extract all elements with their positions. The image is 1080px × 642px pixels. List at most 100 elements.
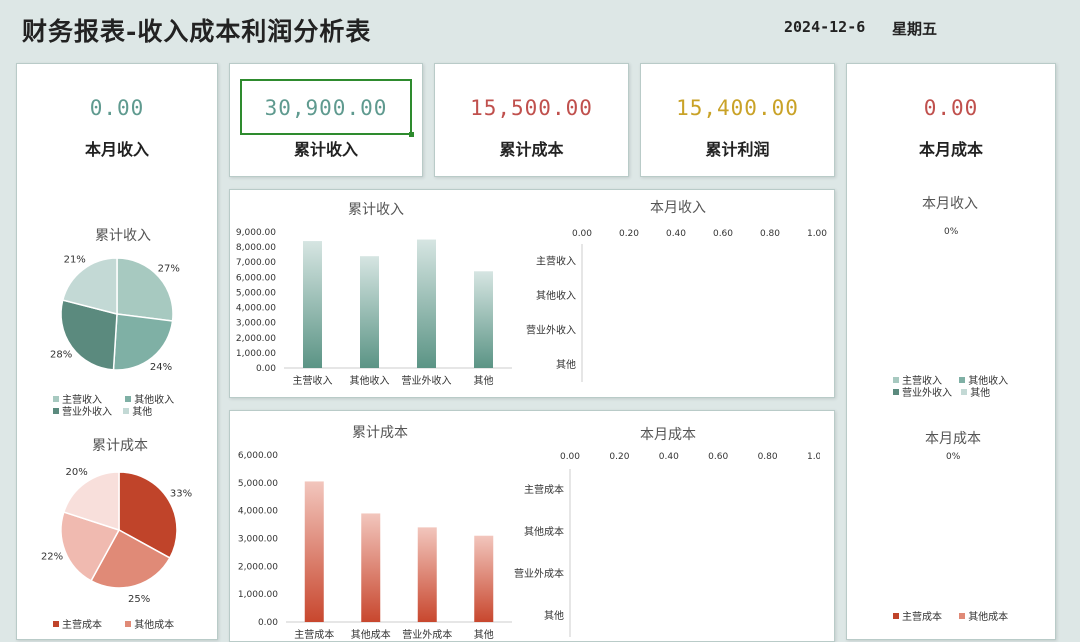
cum-cost-label: 累计成本	[499, 140, 564, 159]
y-tick-label: 4,000.00	[238, 507, 278, 517]
cum-income-pie-chart: 27% 24% 28% 21%	[50, 254, 180, 373]
legend-swatch	[959, 613, 966, 619]
y-tick-label: 1,000.00	[238, 590, 278, 600]
pie-slice-label: 20%	[66, 467, 88, 478]
y-tick-label: 5,000.00	[238, 479, 278, 489]
pie-slice-label: 33%	[170, 488, 192, 499]
report-weekday: 星期五	[892, 20, 938, 38]
x-tick-label: 0.00	[572, 229, 592, 239]
cum-income-label: 累计收入	[293, 140, 358, 159]
month-income-label: 本月收入	[84, 140, 149, 159]
y-tick-label: 其他	[544, 609, 564, 622]
legend-swatch	[961, 389, 968, 395]
x-tick-label: 0.40	[659, 452, 679, 462]
x-tick-label: 0.80	[758, 452, 778, 462]
legend-label: 主营成本	[62, 620, 102, 631]
cum-cost-value: 15,500.00	[470, 96, 593, 120]
bar	[361, 513, 381, 622]
month-income-value: 0.00	[89, 96, 145, 120]
cum-income-pie-legend: 主营收入 其他收入 营业外收入 其他	[53, 395, 213, 419]
cum-cost-pie-chart: 33% 25% 22% 20%	[41, 467, 192, 605]
y-tick-label: 其他成本	[524, 525, 564, 538]
report-date: 2024-12-6	[784, 18, 866, 36]
chart-title-month-income-pie: 本月收入	[922, 196, 978, 212]
bar	[474, 535, 494, 622]
legend-label: 主营收入	[902, 376, 942, 387]
pie-slice-label: 25%	[128, 594, 150, 605]
cum-cost-pie-legend: 主营成本 其他成本	[53, 620, 213, 632]
bar	[417, 527, 437, 622]
legend-label: 其他成本	[968, 612, 1009, 623]
x-tick-label: 1.00	[807, 452, 820, 462]
legend-label: 其他收入	[134, 395, 175, 406]
x-tick-label: 主营收入	[293, 374, 333, 387]
x-tick-label: 1.00	[807, 229, 827, 239]
y-tick-label: 营业外成本	[514, 567, 564, 580]
month-cost-pie-value-label: 0%	[946, 452, 961, 462]
bar	[304, 481, 324, 622]
y-tick-label: 3,000.00	[236, 319, 276, 329]
legend-swatch	[959, 377, 966, 383]
x-tick-label: 0.60	[713, 229, 733, 239]
legend-swatch	[893, 389, 899, 395]
x-tick-label: 其他成本	[351, 628, 391, 641]
chart-title-cum-cost-pie: 累计成本	[92, 438, 148, 454]
month-income-hbar-chart: 0.00 0.20 0.40 0.60 0.80 1.00 主营收入其他收入营业外收入其他	[526, 229, 827, 382]
cum-profit-value: 15,400.00	[676, 96, 799, 120]
y-tick-label: 其他	[556, 358, 576, 371]
month-cost-pie-legend: 主营成本 其他成本	[893, 612, 1053, 624]
y-tick-label: 4,000.00	[236, 304, 276, 314]
y-tick-label: 5,000.00	[236, 288, 276, 298]
legend-label: 其他收入	[968, 376, 1009, 387]
legend-swatch	[125, 621, 132, 627]
x-tick-label: 0.60	[708, 452, 728, 462]
legend-label: 其他	[132, 407, 153, 418]
y-tick-label: 主营收入	[536, 254, 576, 267]
y-tick-label: 0.00	[256, 364, 276, 374]
y-tick-label: 6,000.00	[236, 273, 276, 283]
selected-cell-outline	[240, 79, 414, 137]
legend-swatch	[53, 396, 59, 402]
x-tick-label: 其他	[474, 628, 494, 641]
y-tick-label: 2,000.00	[238, 562, 278, 572]
y-tick-label: 1,000.00	[236, 349, 276, 359]
x-tick-label: 0.40	[666, 229, 686, 239]
y-tick-label: 3,000.00	[238, 535, 278, 545]
month-income-pie-legend: 主营收入 其他收入 营业外收入 其他	[893, 376, 1053, 400]
legend-swatch	[123, 408, 130, 414]
pie-slice-label: 24%	[150, 362, 172, 373]
month-cost-hbar-chart: 0.00 0.20 0.40 0.60 0.80 1.00 主营成本其他成本营业外成本其他	[514, 452, 820, 637]
cum-income-card[interactable]: 30,900.00 累计收入	[229, 63, 423, 177]
income-charts-card: 累计收入 本月收入 0.00 1,000.00 2,000.00 3,000.00 4,…	[229, 189, 835, 398]
legend-swatch	[53, 408, 59, 414]
x-tick-label: 营业外成本	[402, 628, 452, 641]
legend-label: 营业外收入	[62, 407, 112, 418]
pie-slice-label: 22%	[41, 552, 63, 563]
month-income-pie-value-label: 0%	[944, 227, 959, 237]
legend-label: 主营收入	[62, 395, 102, 406]
y-tick-label: 7,000.00	[236, 258, 276, 268]
y-tick-label: 9,000.00	[236, 228, 276, 238]
cum-income-bar-chart: 0.00 1,000.00 2,000.00 3,000.00 4,000.00 5,00…	[236, 228, 512, 387]
cum-profit-card[interactable]: 15,400.00 累计利润	[640, 63, 835, 177]
bar	[474, 271, 493, 368]
month-cost-label: 本月成本	[918, 140, 983, 159]
legend-swatch	[893, 377, 899, 383]
legend-swatch	[893, 613, 899, 619]
cost-charts-card: 累计成本 本月成本 0.00 1,000.00 2,000.00 3,000.00 4,…	[229, 410, 835, 642]
y-tick-label: 营业外收入	[526, 323, 576, 336]
pie-slice-label: 21%	[64, 254, 86, 265]
x-tick-label: 0.20	[609, 452, 629, 462]
y-tick-label: 2,000.00	[236, 334, 276, 344]
x-tick-label: 主营成本	[294, 628, 334, 641]
cum-profit-label: 累计利润	[705, 140, 770, 159]
y-tick-label: 主营成本	[524, 483, 564, 496]
cum-cost-card[interactable]: 15,500.00 累计成本	[434, 63, 629, 177]
x-tick-label: 0.20	[619, 229, 639, 239]
legend-label: 主营成本	[902, 612, 942, 623]
x-tick-label: 其他	[474, 374, 494, 387]
y-tick-label: 0.00	[258, 618, 278, 628]
y-tick-label: 8,000.00	[236, 243, 276, 253]
pie-slice-label: 27%	[158, 263, 180, 274]
chart-title-cum-income-pie: 累计收入	[95, 228, 151, 244]
